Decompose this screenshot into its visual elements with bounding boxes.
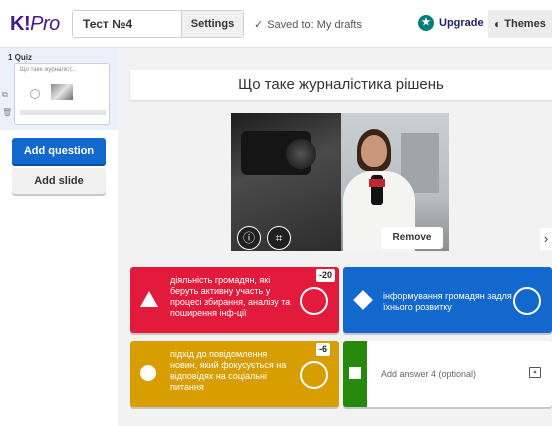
kahoot-logo[interactable]: K!Pro — [10, 13, 60, 36]
saved-status-text: Saved to: My drafts — [267, 19, 362, 31]
answer-4[interactable]: Add answer 4 (optional) ▴ — [343, 341, 552, 407]
upgrade-button[interactable]: ★ Upgrade — [418, 15, 484, 31]
star-icon: ★ — [418, 15, 434, 31]
answer-2[interactable]: інформування громадян задля їхнього розв… — [343, 267, 552, 333]
square-icon — [349, 367, 361, 379]
thumb-answers — [20, 110, 106, 115]
add-question-button[interactable]: Add question — [12, 138, 106, 164]
answer-3-char-count: -6 — [316, 343, 331, 356]
thumb-timer-icon — [30, 89, 40, 99]
settings-button[interactable]: Settings — [181, 11, 243, 37]
answer-4-stripe — [343, 341, 367, 407]
correct-toggle-3[interactable] — [300, 361, 328, 389]
duplicate-icon[interactable]: ⧉ — [2, 90, 8, 100]
check-icon: ✓ — [254, 19, 264, 31]
triangle-icon — [140, 291, 158, 307]
answer-3[interactable]: підхід до повідомлення новин, який фокус… — [130, 341, 339, 407]
top-bar: K!Pro Тест №4 Settings ✓ Saved to: My dra… — [0, 0, 552, 48]
delete-icon[interactable]: 🗑 — [2, 108, 12, 117]
upgrade-label: Upgrade — [439, 17, 484, 29]
slide-thumbnail[interactable]: Що таке журналіст... — [14, 63, 110, 125]
question-image: ⓘ ⌗ Remove — [231, 113, 449, 251]
chevron-right-icon[interactable]: › — [540, 228, 552, 250]
answer-1-text: діяльність громадян, які беруть активну … — [170, 275, 291, 318]
question-title-field[interactable]: Що таке журналістика рішень — [130, 70, 552, 100]
quiz-title-field[interactable]: Тест №4 Settings — [72, 10, 244, 38]
correct-toggle-2[interactable] — [513, 287, 541, 315]
image-person-head — [361, 135, 387, 167]
answer-1[interactable]: діяльність громадян, які беруть активну … — [130, 267, 339, 333]
question-title-text: Що таке журналістика рішень — [238, 76, 444, 93]
remove-image-button[interactable]: Remove — [381, 227, 443, 249]
logo-pro: Pro — [30, 13, 60, 35]
answer-2-text: інформування громадян задля їхнього розв… — [383, 291, 512, 312]
answer-3-text: підхід до повідомлення новин, який фокус… — [170, 349, 287, 392]
image-microphone-tag — [369, 179, 385, 187]
correct-toggle-1[interactable] — [300, 287, 328, 315]
slide-item-1[interactable]: 1 Quiz ⧉ 🗑 Що таке журналіст... — [0, 48, 118, 130]
crop-icon[interactable]: ⌗ — [267, 226, 291, 250]
image-camera-lens — [286, 139, 316, 169]
add-slide-button[interactable]: Add slide — [12, 168, 106, 194]
slide-thumb-title: Що таке журналіст... — [20, 67, 77, 73]
logo-k: K! — [10, 13, 31, 35]
slides-panel: 1 Quiz ⧉ 🗑 Що таке журналіст... Add ques… — [0, 48, 118, 426]
diamond-icon — [353, 290, 373, 310]
thumb-image — [51, 84, 73, 100]
image-icon[interactable]: ▴ — [529, 367, 541, 378]
palette-icon: ◐ — [494, 17, 502, 31]
answer-4-placeholder: Add answer 4 (optional) — [381, 369, 477, 379]
answer-1-char-count: -20 — [316, 269, 336, 282]
themes-label: Themes — [504, 18, 546, 30]
quiz-title-text: Тест №4 — [83, 17, 133, 31]
circle-icon — [140, 365, 156, 381]
info-icon[interactable]: ⓘ — [237, 226, 261, 250]
slide-label: 1 Quiz — [8, 53, 33, 62]
saved-status: ✓ Saved to: My drafts — [254, 18, 362, 31]
themes-button[interactable]: ◐ Themes — [488, 10, 552, 38]
